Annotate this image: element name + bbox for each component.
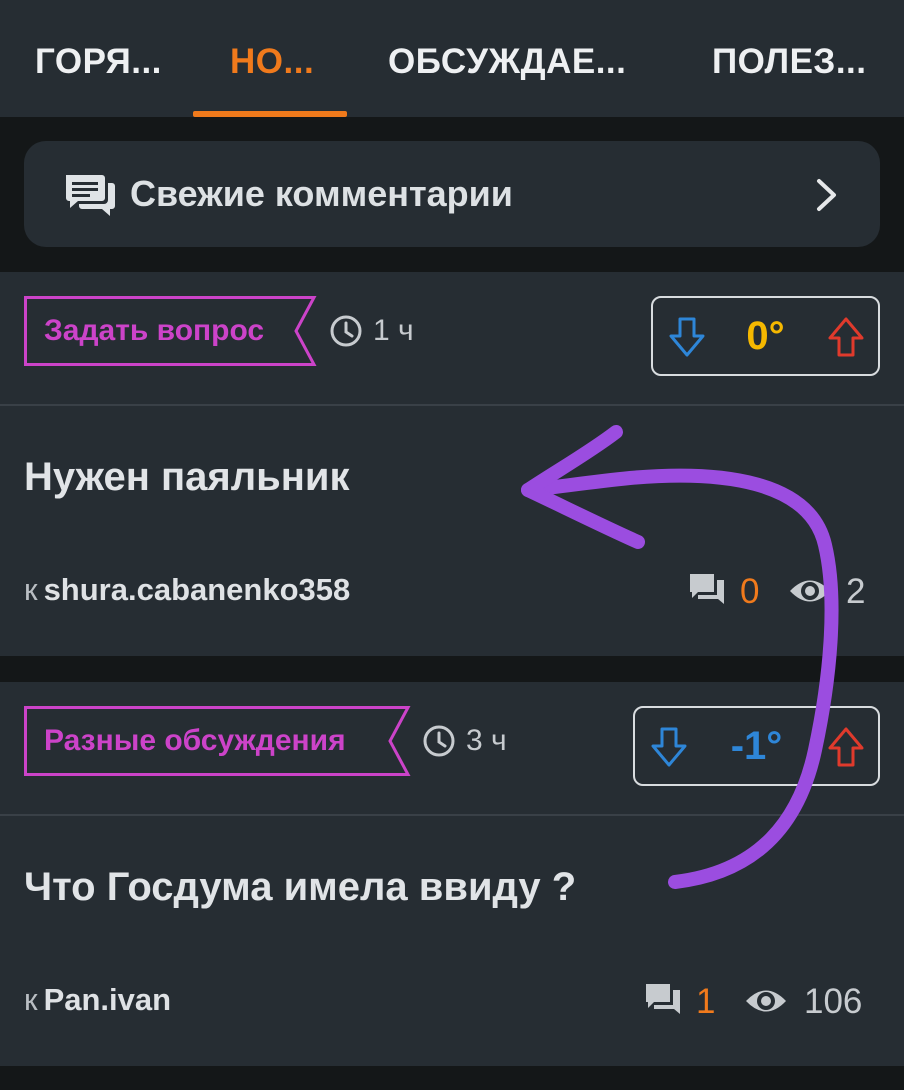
- annotation-arrow: [521, 425, 839, 889]
